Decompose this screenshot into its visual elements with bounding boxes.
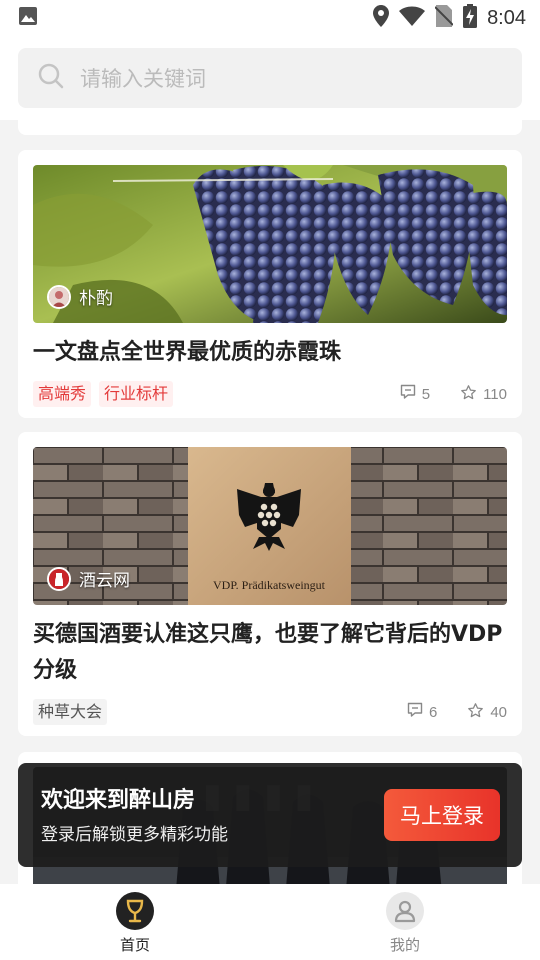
article-tag[interactable]: 行业标杆 — [99, 381, 174, 407]
article-card-previous[interactable] — [18, 120, 522, 135]
profile-person-icon — [386, 892, 424, 930]
comment-icon — [407, 702, 423, 722]
search-header: 请输入关键词 — [0, 36, 540, 120]
tab-profile-label: 我的 — [389, 936, 420, 954]
login-banner-subtitle: 登录后解锁更多精彩功能 — [41, 825, 228, 845]
article-cover-image[interactable]: 朴酌 — [33, 165, 507, 323]
location-icon — [373, 5, 390, 31]
article-card[interactable]: 朴酌 一文盘点全世界最优质的赤霞珠 高端秀 行业标杆 5 110 — [18, 150, 522, 418]
comment-icon — [400, 384, 416, 404]
author-name: 朴酌 — [79, 289, 113, 309]
comment-count-value: 6 — [428, 703, 438, 721]
author-name: 酒云网 — [79, 571, 130, 591]
article-meta: 高端秀 行业标杆 5 110 — [33, 381, 507, 407]
comment-count[interactable]: 6 — [407, 702, 437, 722]
author-avatar — [47, 566, 71, 591]
article-tag[interactable]: 高端秀 — [33, 381, 92, 407]
comment-count-value: 5 — [421, 385, 431, 403]
favorite-count-value: 40 — [490, 703, 507, 721]
article-author[interactable]: 酒云网 — [47, 566, 130, 591]
favorite-count[interactable]: 110 — [460, 384, 507, 405]
battery-charging-icon — [463, 4, 478, 32]
favorite-count[interactable]: 40 — [467, 702, 507, 723]
star-icon — [460, 384, 477, 405]
bottom-tab-bar: 首页 我的 — [0, 884, 540, 960]
favorite-count-value: 110 — [483, 385, 507, 403]
star-icon — [467, 702, 484, 723]
article-title[interactable]: 一文盘点全世界最优质的赤霞珠 — [33, 335, 507, 371]
login-banner-title: 欢迎来到醉山房 — [41, 788, 196, 813]
login-prompt-banner: 欢迎来到醉山房 登录后解锁更多精彩功能 马上登录 — [18, 763, 522, 867]
search-placeholder: 请输入关键词 — [80, 67, 206, 91]
article-meta: 种草大会 6 40 — [33, 699, 507, 725]
tab-home[interactable]: 首页 — [0, 884, 270, 960]
tab-profile[interactable]: 我的 — [270, 884, 540, 960]
article-tag[interactable]: 种草大会 — [33, 699, 108, 725]
home-wine-glass-icon — [116, 892, 154, 930]
article-cover-image[interactable]: VDP. Prädikatsweingut 酒云网 — [33, 447, 507, 605]
tab-home-label: 首页 — [119, 936, 150, 954]
article-title[interactable]: 买德国酒要认准这只鹰，也要了解它背后的VDP分级 — [33, 617, 507, 689]
gallery-notification-icon — [18, 7, 38, 30]
login-button[interactable]: 马上登录 — [384, 789, 500, 841]
no-sim-icon — [434, 5, 454, 31]
article-card[interactable]: VDP. Prädikatsweingut 酒云网 买德国酒要认准这只鹰，也要了… — [18, 432, 522, 736]
status-bar: 8:04 — [0, 0, 540, 36]
search-icon — [38, 63, 64, 93]
article-author[interactable]: 朴酌 — [47, 284, 113, 309]
comment-count[interactable]: 5 — [400, 384, 430, 404]
wifi-icon — [399, 6, 426, 30]
author-avatar — [47, 284, 71, 309]
status-time: 8:04 — [487, 6, 526, 29]
cover-plaque-text: VDP. Prädikatsweingut — [213, 578, 326, 592]
search-input[interactable]: 请输入关键词 — [18, 48, 522, 108]
